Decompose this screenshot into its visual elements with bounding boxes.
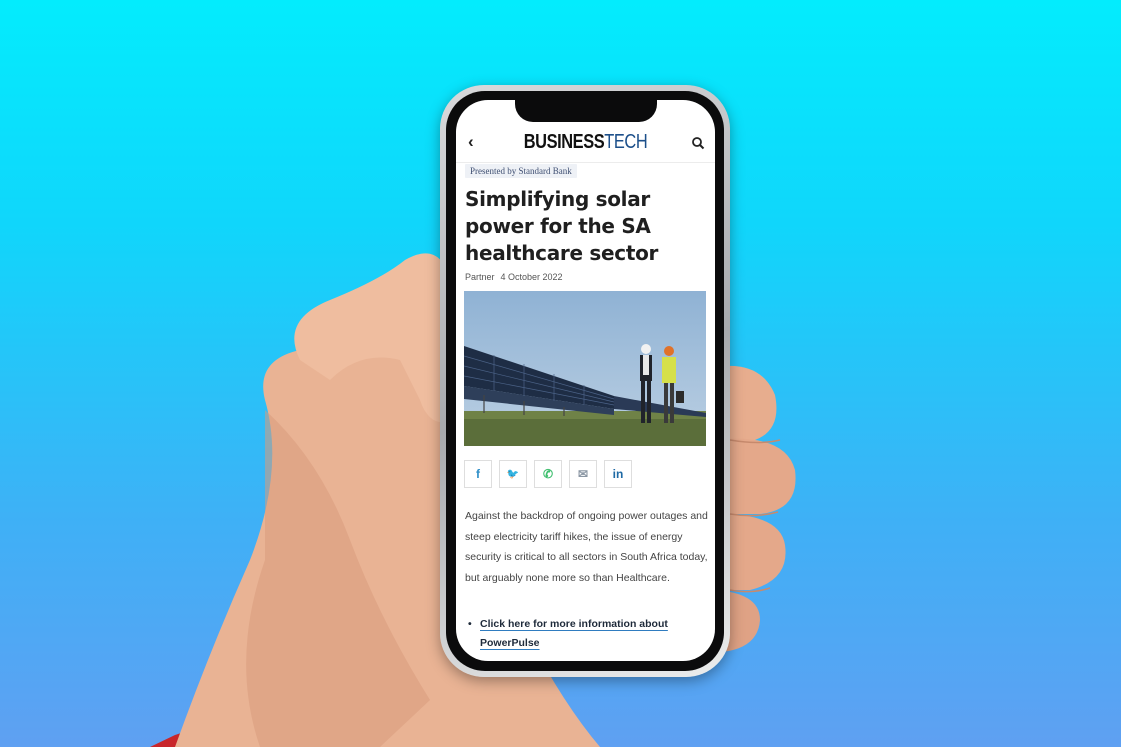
linkedin-share-button[interactable]: in	[604, 460, 632, 488]
facebook-icon: f	[476, 467, 480, 481]
email-share-button[interactable]: ✉	[569, 460, 597, 488]
phone-notch	[515, 92, 657, 122]
email-icon: ✉	[577, 467, 589, 481]
app-header: ‹ BUSINESSTECH	[456, 122, 715, 163]
sponsor-badge[interactable]: Presented by Standard Bank	[465, 164, 577, 178]
article-title: Simplifying solar power for the SA healt…	[465, 187, 659, 265]
bullet-dot: •	[468, 618, 472, 630]
search-icon[interactable]	[691, 136, 705, 150]
twitter-icon: 🐦	[506, 468, 520, 480]
logo-part-business: BUSINESS	[523, 131, 605, 153]
powerpulse-link[interactable]: Click here for more information about Po…	[480, 618, 668, 649]
share-bar: f 🐦 ✆ ✉ in	[464, 460, 632, 488]
facebook-share-button[interactable]: f	[464, 460, 492, 488]
article-body: Against the backdrop of ongoing power ou…	[465, 510, 708, 584]
logo-part-tech: TECH	[604, 131, 648, 153]
article-date: 4 October 2022	[500, 272, 563, 282]
chevron-left-icon[interactable]: ‹	[468, 133, 474, 150]
list-item: • Click here for more information about …	[468, 615, 704, 653]
whatsapp-share-button[interactable]: ✆	[534, 460, 562, 488]
businesstech-logo[interactable]: BUSINESSTECH	[479, 131, 691, 154]
phone-screen: ‹ BUSINESSTECH Presented by Standard Ban…	[456, 100, 715, 661]
twitter-share-button[interactable]: 🐦	[499, 460, 527, 488]
article-meta: Partner 4 October 2022	[465, 272, 563, 282]
hero-image-solar-panels	[464, 291, 706, 446]
linkedin-icon: in	[612, 467, 624, 481]
article-category[interactable]: Partner	[465, 272, 495, 282]
whatsapp-icon: ✆	[542, 467, 554, 481]
